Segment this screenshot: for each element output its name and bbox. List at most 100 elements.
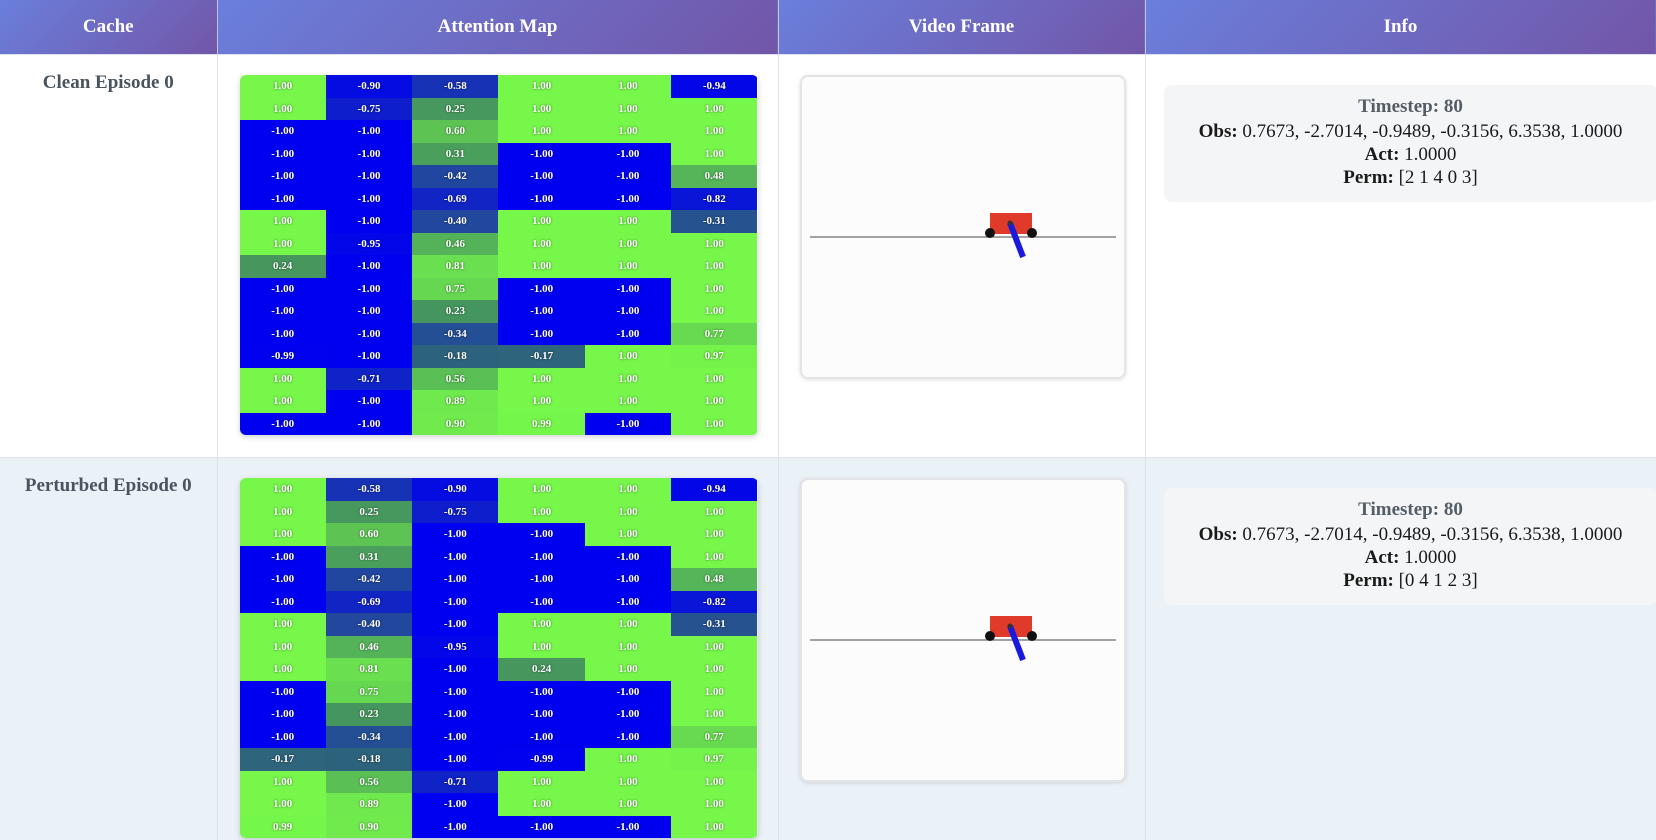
episode-row-perturbed: Perturbed Episode 0 1.00-0.58-0.901.001.… [0, 458, 1656, 840]
perm-label: Perm: [1343, 570, 1394, 591]
heatmap-cell: -1.00 [240, 413, 326, 436]
heatmap-cell: 0.31 [412, 143, 498, 166]
heatmap-row: 1.000.56-0.711.001.001.00 [240, 771, 758, 794]
heatmap-row: 0.990.90-1.00-1.00-1.001.00 [240, 816, 758, 839]
heatmap-cell: 0.48 [671, 568, 757, 591]
perm-value: [2 1 4 0 3] [1399, 167, 1478, 188]
heatmap-cell: 1.00 [240, 75, 326, 98]
heatmap-cell: 1.00 [671, 120, 757, 143]
heatmap-cell: -0.82 [671, 591, 757, 614]
heatmap-cell: 0.56 [326, 771, 412, 794]
heatmap-cell: 1.00 [585, 368, 671, 391]
heatmap-cell: 1.00 [671, 368, 757, 391]
heatmap-row: -1.00-1.000.23-1.00-1.001.00 [240, 300, 758, 323]
heatmap-cell: -0.17 [240, 748, 326, 771]
heatmap-cell: 0.46 [412, 233, 498, 256]
heatmap-cell: 1.00 [585, 523, 671, 546]
heatmap-cell: -1.00 [585, 278, 671, 301]
heatmap-cell: 0.90 [412, 413, 498, 436]
timestep-label: Timestep: [1358, 96, 1439, 117]
heatmap-row: 1.000.81-1.000.241.001.00 [240, 658, 758, 681]
heatmap-cell: 0.31 [326, 546, 412, 569]
heatmap-cell: 0.97 [671, 748, 757, 771]
heatmap-cell: 0.25 [412, 98, 498, 121]
heatmap-cell: -1.00 [412, 523, 498, 546]
heatmap-cell: 0.75 [412, 278, 498, 301]
video-frame [800, 478, 1126, 782]
heatmap-row: -1.00-1.000.900.99-1.001.00 [240, 413, 758, 436]
heatmap-cell: -1.00 [240, 546, 326, 569]
heatmap-cell: -0.90 [412, 478, 498, 501]
heatmap-cell: -0.71 [326, 368, 412, 391]
heatmap-cell: -1.00 [412, 748, 498, 771]
heatmap-cell: -1.00 [240, 726, 326, 749]
heatmap-cell: 0.89 [326, 793, 412, 816]
heatmap-cell: 1.00 [498, 613, 584, 636]
heatmap-cell: 0.90 [326, 816, 412, 839]
heatmap-cell: -1.00 [240, 323, 326, 346]
heatmap-cell: 0.97 [671, 345, 757, 368]
heatmap-row: 1.00-0.750.251.001.001.00 [240, 98, 758, 121]
act-line: Act: 1.0000 [1164, 143, 1656, 166]
heatmap-cell: -0.31 [671, 210, 757, 233]
heatmap-cell: 1.00 [585, 210, 671, 233]
heatmap-row: -0.17-0.18-1.00-0.991.000.97 [240, 748, 758, 771]
heatmap-row: -1.00-1.000.31-1.00-1.001.00 [240, 143, 758, 166]
heatmap-cell: 1.00 [585, 75, 671, 98]
heatmap-cell: -0.58 [326, 478, 412, 501]
heatmap-cell: -1.00 [412, 703, 498, 726]
heatmap-row: 0.24-1.000.811.001.001.00 [240, 255, 758, 278]
heatmap-cell: -0.99 [498, 748, 584, 771]
heatmap-cell: -0.69 [412, 188, 498, 211]
heatmap-row: -0.99-1.00-0.18-0.171.000.97 [240, 345, 758, 368]
heatmap-cell: 1.00 [240, 613, 326, 636]
heatmap-row: -1.00-0.34-1.00-1.00-1.000.77 [240, 726, 758, 749]
cart-wheel-right [1027, 631, 1037, 641]
heatmap-cell: -1.00 [585, 300, 671, 323]
perm-value: [0 4 1 2 3] [1399, 570, 1478, 591]
cart-wheel-left [985, 228, 995, 238]
heatmap-cell: -1.00 [585, 188, 671, 211]
video-cell [778, 458, 1145, 840]
heatmap-cell: -0.42 [412, 165, 498, 188]
heatmap-cell: 1.00 [585, 98, 671, 121]
heatmap-cell: -0.71 [412, 771, 498, 794]
obs-line: Obs: 0.7673, -2.7014, -0.9489, -0.3156, … [1164, 120, 1656, 143]
heatmap-cell: 1.00 [240, 368, 326, 391]
heatmap-cell: 1.00 [585, 793, 671, 816]
heatmap-row: 1.00-0.950.461.001.001.00 [240, 233, 758, 256]
heatmap-cell: 1.00 [671, 501, 757, 524]
video-frame [800, 75, 1126, 379]
heatmap-cell: -1.00 [240, 703, 326, 726]
heatmap-cell: -1.00 [498, 300, 584, 323]
heatmap-row: 1.000.60-1.00-1.001.001.00 [240, 523, 758, 546]
heatmap-cell: 1.00 [585, 613, 671, 636]
heatmap-cell: 1.00 [240, 501, 326, 524]
heatmap-cell: 1.00 [671, 300, 757, 323]
heatmap-cell: -1.00 [240, 591, 326, 614]
heatmap-cell: -1.00 [585, 591, 671, 614]
heatmap-cell: 0.48 [671, 165, 757, 188]
cache-cell: Clean Episode 0 [0, 55, 217, 458]
heatmap-cell: 1.00 [498, 390, 584, 413]
info-card: Timestep: 80 Obs: 0.7673, -2.7014, -0.94… [1164, 85, 1656, 202]
heatmap-cell: 1.00 [498, 210, 584, 233]
attention-heatmap: 1.00-0.58-0.901.001.00-0.941.000.25-0.75… [240, 478, 758, 838]
heatmap-cell: -0.34 [412, 323, 498, 346]
cache-cell: Perturbed Episode 0 [0, 458, 217, 840]
heatmap-cell: -1.00 [412, 568, 498, 591]
cart-wheel-left [985, 631, 995, 641]
heatmap-cell: -1.00 [498, 188, 584, 211]
heatmap-cell: -1.00 [412, 726, 498, 749]
heatmap-cell: -1.00 [326, 210, 412, 233]
heatmap-cell: 1.00 [671, 658, 757, 681]
obs-label: Obs: [1199, 121, 1238, 142]
heatmap-cell: -1.00 [498, 523, 584, 546]
heatmap-cell: 1.00 [498, 120, 584, 143]
heatmap-cell: 1.00 [671, 636, 757, 659]
heatmap-cell: -1.00 [585, 816, 671, 839]
heatmap-cell: -1.00 [240, 188, 326, 211]
obs-label: Obs: [1199, 524, 1238, 545]
heatmap-cell: -0.18 [412, 345, 498, 368]
heatmap-cell: 0.23 [326, 703, 412, 726]
